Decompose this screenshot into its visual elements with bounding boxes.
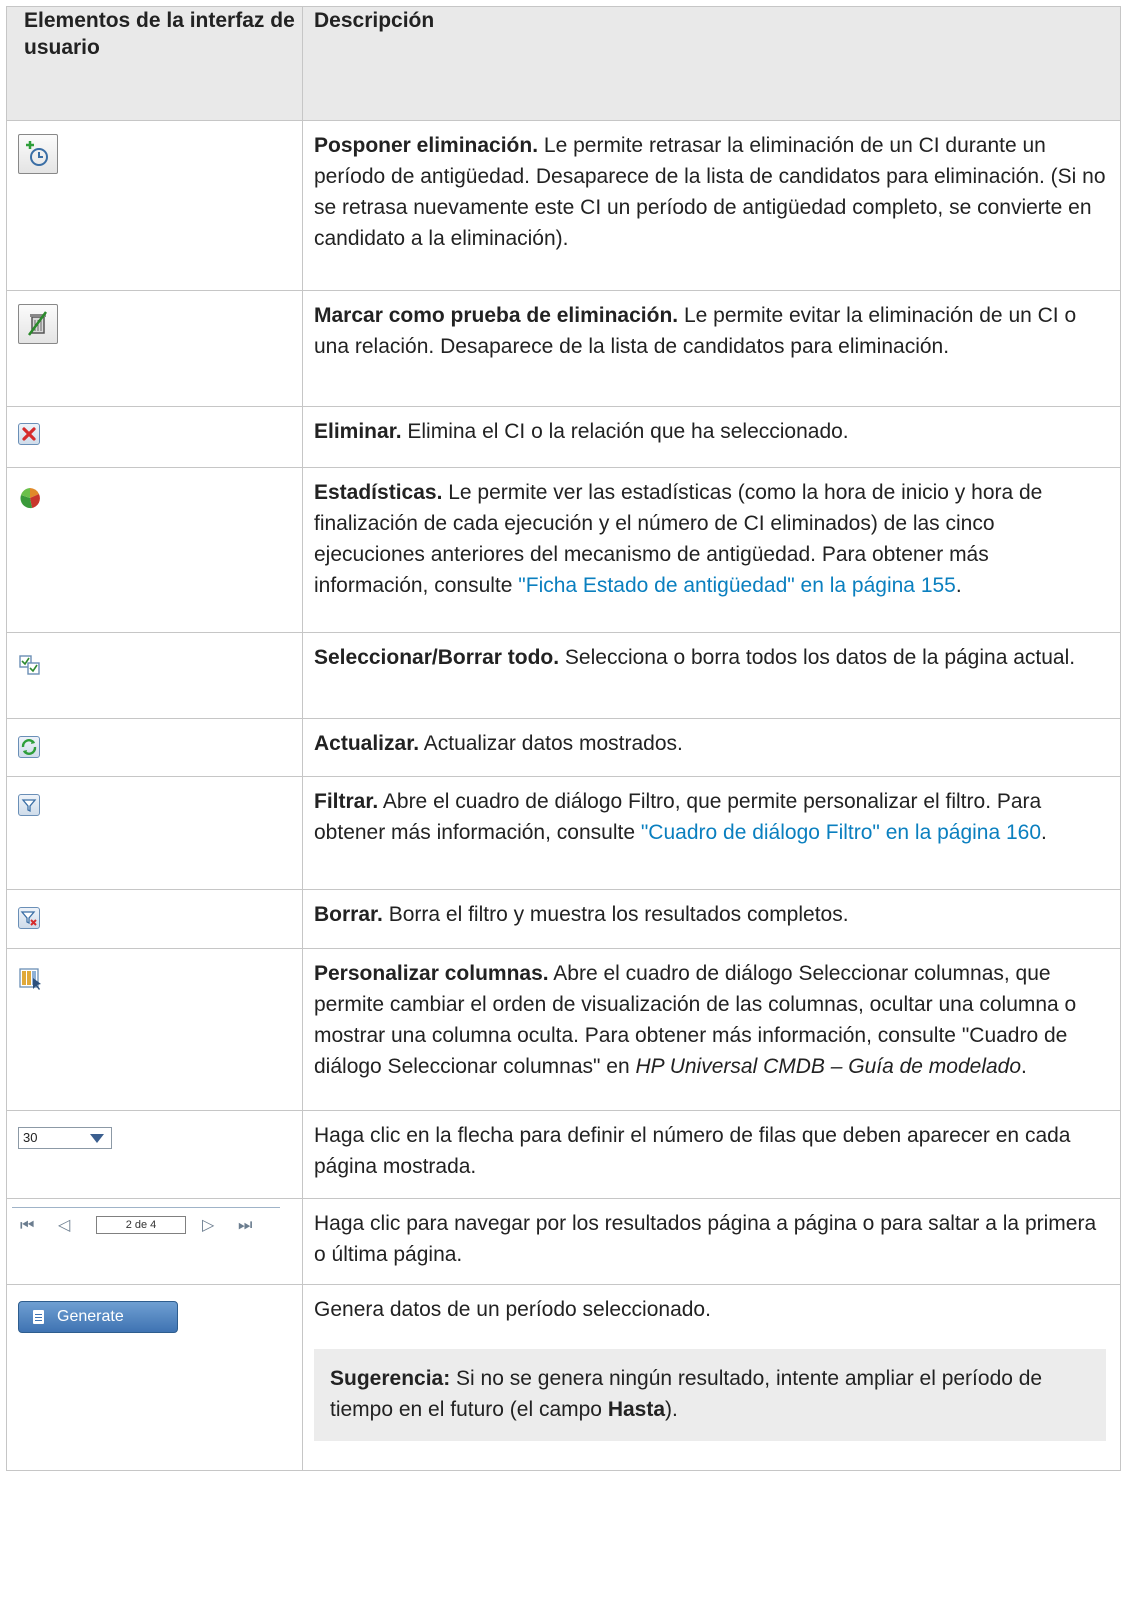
chevron-down-icon[interactable] xyxy=(90,1134,104,1143)
header-ui-elements: Elementos de la interfaz de usuario xyxy=(6,6,303,121)
tip-label: Sugerencia: xyxy=(330,1367,451,1390)
table-header-row: Elementos de la interfaz de usuario Desc… xyxy=(6,6,1121,121)
punctuation: . xyxy=(955,574,962,597)
rows-per-page-value: 30 xyxy=(23,1130,38,1145)
table-row: Estadísticas. Le permite ver las estadís… xyxy=(6,467,1121,633)
table-row: Actualizar. Actualizar datos mostrados. xyxy=(6,718,1121,777)
customize-columns-icon[interactable] xyxy=(18,967,42,991)
previous-page-icon[interactable]: ◁ xyxy=(58,1217,70,1235)
punctuation: ). xyxy=(665,1398,678,1421)
generate-button[interactable]: Generate xyxy=(18,1301,178,1333)
row-title: Borrar. xyxy=(314,903,383,926)
table-row: Generate Genera datos de un período sele… xyxy=(6,1284,1121,1471)
statistics-pie-icon[interactable] xyxy=(18,486,42,510)
divider xyxy=(12,1207,280,1208)
row-description: Elimina el CI o la relación que ha selec… xyxy=(401,420,849,443)
clipboard-icon xyxy=(33,1310,44,1324)
table-row: Seleccionar/Borrar todo. Selecciona o bo… xyxy=(6,632,1121,719)
link-filter-dialog[interactable]: "Cuadro de diálogo Filtro" en la página … xyxy=(641,821,1041,844)
table-row: Personalizar columnas. Abre el cuadro de… xyxy=(6,948,1121,1111)
postpone-deletion-icon[interactable] xyxy=(18,134,58,174)
row-title: Posponer eliminación. xyxy=(314,134,539,157)
first-page-icon[interactable]: ⏮ xyxy=(20,1217,34,1235)
table-row: Borrar. Borra el filtro y muestra los re… xyxy=(6,889,1121,949)
page-indicator[interactable]: 2 de 4 xyxy=(96,1216,186,1234)
row-description: Haga clic en la flecha para definir el n… xyxy=(314,1124,1071,1178)
clear-filter-icon[interactable] xyxy=(18,907,40,929)
generate-label: Generate xyxy=(57,1308,124,1325)
table-row: Posponer eliminación. Le permite retrasa… xyxy=(6,120,1121,291)
header-description: Descripción xyxy=(302,6,1121,121)
row-description: Borra el filtro y muestra los resultados… xyxy=(382,903,849,926)
tip-box: Sugerencia: Si no se genera ningún resul… xyxy=(314,1349,1106,1441)
next-page-icon[interactable]: ▷ xyxy=(202,1217,214,1235)
delete-icon[interactable] xyxy=(18,423,40,445)
select-clear-all-icon[interactable] xyxy=(18,653,42,677)
table-row: Filtrar. Abre el cuadro de diálogo Filtr… xyxy=(6,776,1121,890)
row-description: Selecciona o borra todos los datos de la… xyxy=(559,646,1076,669)
row-description: Actualizar datos mostrados. xyxy=(419,732,683,755)
guide-reference: HP Universal CMDB – Guía de modelado xyxy=(635,1055,1022,1078)
refresh-icon[interactable] xyxy=(18,736,40,758)
table-row: ⏮ ◁ 2 de 4 ▷ ⏭ Haga clic para navegar po… xyxy=(6,1198,1121,1285)
filter-icon[interactable] xyxy=(18,794,40,816)
row-title: Filtrar. xyxy=(314,790,379,813)
row-title: Marcar como prueba de eliminación. xyxy=(314,304,679,327)
link-aging-status-tab[interactable]: "Ficha Estado de antigüedad" en la págin… xyxy=(518,574,956,597)
row-description: Genera datos de un período seleccionado. xyxy=(314,1298,711,1321)
row-title: Actualizar. xyxy=(314,732,420,755)
ui-elements-table: Elementos de la interfaz de usuario Desc… xyxy=(6,6,1121,1471)
rows-per-page-select[interactable]: 30 xyxy=(18,1127,112,1149)
row-title: Estadísticas. xyxy=(314,481,443,504)
table-row: Marcar como prueba de eliminación. Le pe… xyxy=(6,290,1121,407)
row-title: Personalizar columnas. xyxy=(314,962,549,985)
row-title: Seleccionar/Borrar todo. xyxy=(314,646,560,669)
pager: ⏮ ◁ 2 de 4 ▷ ⏭ xyxy=(12,1207,282,1239)
punctuation: . xyxy=(1021,1055,1027,1078)
last-page-icon[interactable]: ⏭ xyxy=(238,1217,252,1235)
row-description: Haga clic para navegar por los resultado… xyxy=(314,1212,1097,1266)
table-row: 30 Haga clic en la flecha para definir e… xyxy=(6,1110,1121,1199)
row-title: Eliminar. xyxy=(314,420,402,443)
punctuation: . xyxy=(1041,821,1047,844)
deletion-proof-icon[interactable] xyxy=(18,304,58,344)
field-name: Hasta xyxy=(607,1398,666,1421)
table-row: Eliminar. Elimina el CI o la relación qu… xyxy=(6,406,1121,468)
